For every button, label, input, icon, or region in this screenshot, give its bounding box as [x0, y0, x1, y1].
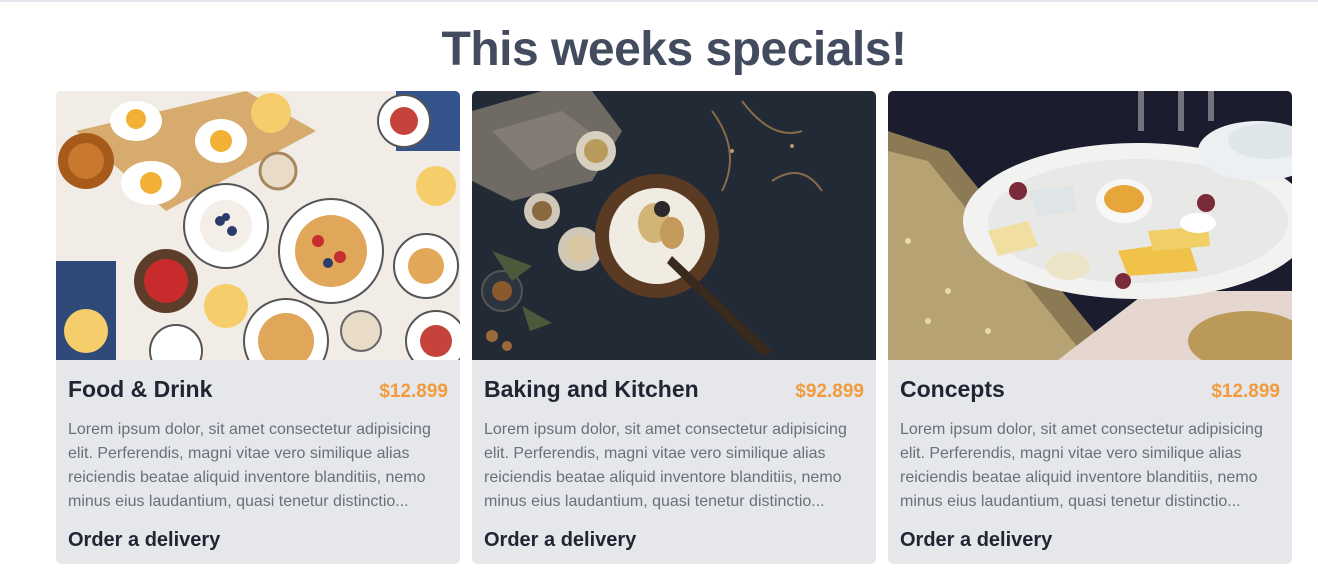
card-description: Lorem ipsum dolor, sit amet consectetur …	[484, 421, 847, 510]
card-title: Concepts	[900, 376, 1005, 402]
special-card-concepts[interactable]: Concepts $12.899 Lorem ipsum dolor, sit …	[888, 91, 1292, 564]
order-delivery-link[interactable]: Order a delivery	[68, 526, 448, 554]
specials-card-list: Food & Drink $12.899 Lorem ipsum dolor, …	[56, 91, 1292, 564]
card-header: Food & Drink $12.899	[68, 374, 448, 404]
card-body: Concepts $12.899 Lorem ipsum dolor, sit …	[888, 360, 1292, 554]
special-card-baking-kitchen[interactable]: Baking and Kitchen $92.899 Lorem ipsum d…	[472, 91, 876, 564]
card-title: Baking and Kitchen	[484, 376, 699, 402]
top-divider	[0, 0, 1318, 2]
order-delivery-link[interactable]: Order a delivery	[900, 526, 1280, 554]
special-card-food-drink[interactable]: Food & Drink $12.899 Lorem ipsum dolor, …	[56, 91, 460, 564]
card-header: Concepts $12.899	[900, 374, 1280, 404]
card-title: Food & Drink	[68, 376, 213, 402]
cake-dark-table-image	[472, 91, 876, 360]
card-body: Food & Drink $12.899 Lorem ipsum dolor, …	[56, 360, 460, 554]
page-title: This weeks specials!	[441, 23, 907, 76]
card-description: Lorem ipsum dolor, sit amet consectetur …	[68, 421, 431, 510]
card-body: Baking and Kitchen $92.899 Lorem ipsum d…	[472, 360, 876, 554]
order-delivery-link[interactable]: Order a delivery	[484, 526, 864, 554]
cheese-plate-image	[888, 91, 1292, 360]
card-price: $12.899	[379, 381, 448, 402]
breakfast-table-image	[56, 91, 460, 360]
card-description: Lorem ipsum dolor, sit amet consectetur …	[900, 421, 1263, 510]
card-price: $12.899	[1211, 381, 1280, 402]
card-price: $92.899	[795, 381, 864, 402]
card-header: Baking and Kitchen $92.899	[484, 374, 864, 404]
